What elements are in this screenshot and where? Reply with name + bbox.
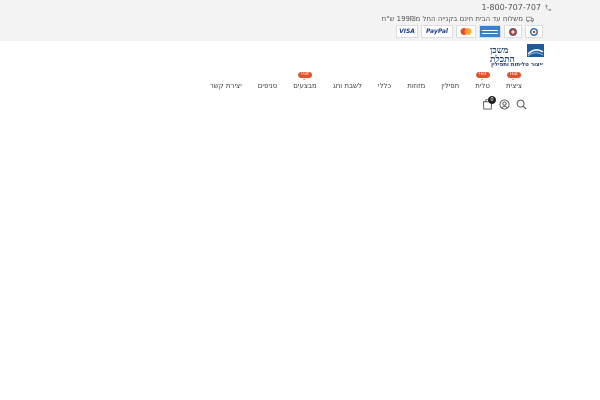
- hot-badge: Hot: [298, 72, 312, 80]
- isracard-card-icon: [525, 25, 543, 38]
- shipping-text: משלוח עד הבית חינם בקנייה החל מ199₪ ש"ח: [381, 15, 523, 23]
- phone-number: 1-800-707-707: [481, 3, 541, 12]
- account-button[interactable]: [499, 99, 510, 110]
- hot-badge: Hot: [507, 72, 521, 80]
- amex-card-icon: [479, 25, 501, 38]
- nav-item-sales[interactable]: מבצעים Hot: [285, 72, 325, 92]
- logo-graphic: משכן התכלת: [490, 44, 544, 65]
- phone-icon: [545, 4, 552, 11]
- cart-count-badge: 0: [488, 96, 496, 104]
- user-icon: [499, 99, 510, 110]
- truck-icon: [526, 16, 534, 22]
- search-icon: [516, 99, 527, 110]
- logo-tagline: ייצור טליתות ותפילין: [491, 62, 543, 68]
- top-bar: 1-800-707-707 משלוח עד הבית חינם בקנייה …: [0, 0, 600, 41]
- nav-item-mezuzot[interactable]: מזוזות: [399, 80, 433, 92]
- nav-item-tallit[interactable]: טלית Hot: [467, 72, 498, 92]
- nav-item-tzitzit[interactable]: ציצית Hot: [498, 72, 530, 92]
- search-button[interactable]: [516, 99, 527, 110]
- payment-cards: VISA PayPal: [396, 25, 543, 38]
- hot-badge: Hot: [475, 72, 490, 80]
- shipping-notice: משלוח עד הבית חינם בקנייה החל מ199₪ ש"ח: [382, 15, 534, 23]
- mastercard-card-icon: [456, 25, 476, 38]
- nav-item-tefillin[interactable]: תפילין: [433, 80, 467, 92]
- nav-item-shabbat[interactable]: לשבת וחג: [325, 80, 370, 92]
- paypal-card-icon: PayPal: [421, 25, 453, 38]
- cart-button[interactable]: 0: [482, 96, 496, 110]
- header-icons: 0: [482, 96, 527, 110]
- nav-item-general[interactable]: כללי: [370, 80, 399, 92]
- main-nav: ציצית Hot טלית Hot תפילין מזוזות כללי לש…: [202, 72, 530, 92]
- nav-item-contact[interactable]: יצירת קשר: [202, 80, 250, 92]
- nav-item-branches[interactable]: סניפים: [250, 80, 286, 92]
- phone-link[interactable]: 1-800-707-707: [481, 3, 552, 12]
- diners-card-icon: [504, 25, 522, 38]
- visa-card-icon: VISA: [396, 25, 418, 38]
